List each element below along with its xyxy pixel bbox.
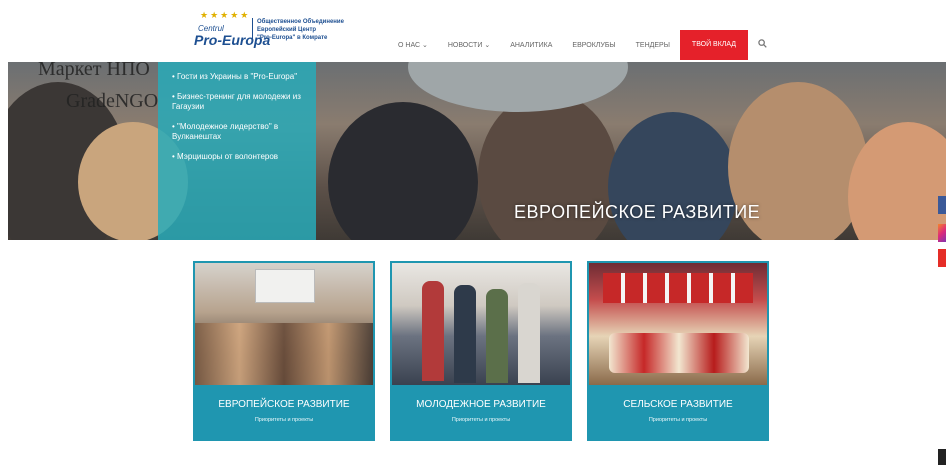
hero-caption: ЕВРОПЕЙСКОЕ РАЗВИТИЕ xyxy=(514,202,761,222)
hero-news-item[interactable]: Бизнес-тренинг для молодежи из Гагаузии xyxy=(172,92,308,112)
nav-item-analytics[interactable]: АНАЛИТИКА xyxy=(500,42,562,49)
nav-cta-contribute[interactable]: ТВОЙ ВКЛАД xyxy=(679,30,749,60)
chevron-down-icon: ⌄ xyxy=(484,42,491,49)
logo-stars: ★★★★★ xyxy=(200,10,251,20)
hero-background-text: GradeNGO xyxy=(66,90,159,112)
instagram-icon[interactable] xyxy=(938,224,946,242)
nav-item-euroclubs[interactable]: ЕВРОКЛУБЫ xyxy=(562,42,625,49)
hero-news-item[interactable]: Гости из Украины в "Pro-Europa" xyxy=(172,72,308,82)
search-icon[interactable] xyxy=(748,39,767,51)
card-subtitle[interactable]: Приоритеты и проекты xyxy=(390,417,572,423)
logo[interactable]: ★★★★★ Centrul Pro-Europa Общественное Об… xyxy=(192,10,344,56)
hero-photo-shape xyxy=(328,102,478,240)
nav-item-tenders[interactable]: ТЕНДЕРЫ xyxy=(626,42,680,49)
scroll-to-top-button[interactable] xyxy=(938,449,946,465)
nav-item-label: НОВОСТИ xyxy=(447,42,483,49)
hero-banner[interactable]: Маркет НПО GradeNGO Гости из Украины в "… xyxy=(8,62,946,240)
main-nav: О НАС ⌄ НОВОСТИ ⌄ АНАЛИТИКА ЕВРОКЛУБЫ ТЕ… xyxy=(388,30,767,60)
hero-news-item[interactable]: "Молодежное лидерство" в Вулканештах xyxy=(172,122,308,142)
card-subtitle[interactable]: Приоритеты и проекты xyxy=(193,417,375,423)
nav-item-about[interactable]: О НАС ⌄ xyxy=(388,41,438,49)
hero-news-item[interactable]: Мэрцишоры от волонтеров xyxy=(172,152,308,162)
card-rural-development[interactable]: СЕЛЬСКОЕ РАЗВИТИЕ Приоритеты и проекты xyxy=(587,261,769,441)
logo-subtitle: Общественное Объединение Европейский Цен… xyxy=(252,18,348,42)
hero-news-list: Гости из Украины в "Pro-Europa" Бизнес-т… xyxy=(158,62,316,240)
chevron-down-icon: ⌄ xyxy=(421,42,428,49)
card-title: МОЛОДЕЖНОЕ РАЗВИТИЕ xyxy=(416,399,546,410)
facebook-icon[interactable] xyxy=(938,196,946,214)
card-photo xyxy=(195,263,373,385)
logo-subtitle-line: "Pro-Europa" в Комрате xyxy=(257,35,328,41)
card-european-development[interactable]: ЕВРОПЕЙСКОЕ РАЗВИТИЕ Приоритеты и проект… xyxy=(193,261,375,441)
card-photo xyxy=(392,263,570,385)
site-header: ★★★★★ Centrul Pro-Europa Общественное Об… xyxy=(0,0,946,62)
card-title: ЕВРОПЕЙСКОЕ РАЗВИТИЕ xyxy=(218,399,350,410)
card-youth-development[interactable]: МОЛОДЕЖНОЕ РАЗВИТИЕ Приоритеты и проекты xyxy=(390,261,572,441)
nav-item-label: О НАС xyxy=(398,42,421,49)
hero-background-text: Маркет НПО xyxy=(38,62,150,80)
card-subtitle[interactable]: Приоритеты и проекты xyxy=(587,417,769,423)
logo-subtitle-line: Европейский Центр xyxy=(257,27,317,33)
logo-subtitle-line: Общественное Объединение xyxy=(257,19,344,25)
hero-photo-shape xyxy=(408,62,628,112)
card-title: СЕЛЬСКОЕ РАЗВИТИЕ xyxy=(623,399,733,410)
nav-item-news[interactable]: НОВОСТИ ⌄ xyxy=(438,41,500,49)
card-photo xyxy=(589,263,767,385)
youtube-icon[interactable] xyxy=(938,249,946,267)
